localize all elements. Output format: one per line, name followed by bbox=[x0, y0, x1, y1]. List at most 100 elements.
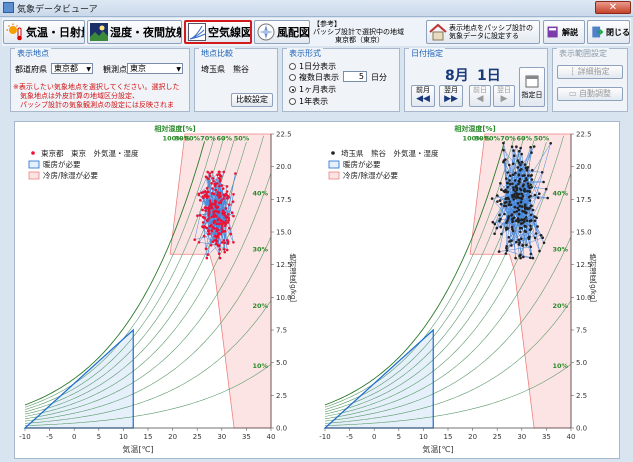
data-point bbox=[512, 173, 515, 176]
radio-1year[interactable] bbox=[289, 98, 296, 105]
data-point bbox=[511, 220, 514, 224]
data-point bbox=[495, 226, 499, 230]
close-button[interactable]: 閉じる bbox=[587, 20, 630, 44]
y-tick-label: 2.5 bbox=[576, 392, 587, 400]
x-tick-label: 35 bbox=[542, 433, 551, 441]
data-point bbox=[196, 214, 199, 217]
specify-date-button[interactable]: 指定日 bbox=[519, 67, 545, 107]
data-point bbox=[208, 216, 211, 220]
data-point bbox=[528, 190, 532, 194]
data-point bbox=[506, 171, 510, 174]
close-button-label: 閉じる bbox=[606, 27, 630, 37]
data-point bbox=[506, 219, 509, 222]
data-point bbox=[222, 170, 226, 174]
prefecture-select[interactable]: 東京都 ▼ bbox=[51, 63, 93, 74]
data-point bbox=[206, 196, 209, 199]
data-point bbox=[527, 195, 531, 199]
radio-1month[interactable] bbox=[289, 86, 296, 93]
data-point bbox=[529, 245, 532, 249]
compare-settings-button[interactable]: 比較設定 bbox=[231, 93, 273, 107]
data-point bbox=[508, 179, 511, 182]
data-point bbox=[500, 232, 503, 236]
next-day-button[interactable]: 翌日 ▶ bbox=[493, 85, 515, 107]
prev-day-button[interactable]: 前日 ◀ bbox=[469, 85, 491, 107]
data-point bbox=[210, 230, 213, 233]
radio-multiday[interactable] bbox=[289, 74, 296, 81]
data-point bbox=[537, 196, 540, 200]
reference-info-line: 東京都（東京） bbox=[335, 36, 384, 44]
data-point bbox=[206, 219, 209, 222]
data-point bbox=[511, 229, 515, 233]
data-point bbox=[518, 254, 521, 258]
y-tick-label: 5.0 bbox=[276, 359, 287, 367]
data-point bbox=[505, 177, 508, 180]
data-point bbox=[500, 188, 503, 191]
data-point bbox=[218, 194, 222, 197]
rh-label: 70% bbox=[200, 135, 216, 143]
days-input[interactable]: 5 bbox=[343, 71, 367, 82]
data-point bbox=[527, 236, 530, 239]
rh-label: 30% bbox=[552, 246, 568, 254]
data-point bbox=[218, 256, 222, 260]
data-point bbox=[524, 230, 527, 234]
station-select[interactable]: 東京 ▼ bbox=[127, 63, 183, 74]
data-point bbox=[218, 177, 222, 181]
data-point bbox=[518, 180, 521, 184]
data-point bbox=[530, 174, 533, 177]
data-point bbox=[218, 248, 222, 251]
tab-humidity-night[interactable]: 湿度・夜間放射 bbox=[87, 20, 182, 44]
data-point bbox=[223, 241, 226, 245]
data-point bbox=[209, 244, 213, 247]
data-point bbox=[217, 231, 221, 235]
data-point bbox=[508, 200, 512, 204]
data-point bbox=[499, 202, 503, 206]
set-passive-data-button[interactable]: 表示地点をパッシブ設計の 気象データに設定する bbox=[426, 20, 540, 44]
data-point bbox=[529, 145, 532, 149]
data-point bbox=[506, 185, 510, 189]
set-passive-data-label-line2: 気象データに設定する bbox=[449, 32, 519, 40]
data-point bbox=[229, 232, 233, 236]
help-button[interactable]: 解説 bbox=[543, 20, 585, 44]
data-point bbox=[223, 248, 226, 251]
data-point bbox=[202, 226, 205, 229]
data-point bbox=[524, 225, 527, 228]
radio-1day[interactable] bbox=[289, 63, 296, 70]
data-point bbox=[211, 187, 214, 190]
data-point bbox=[230, 211, 234, 214]
prev-month-button[interactable]: 前月 ◀◀ bbox=[411, 85, 435, 107]
data-point bbox=[539, 234, 543, 237]
data-point bbox=[227, 218, 231, 222]
data-point bbox=[231, 200, 235, 203]
tab-humidity-night-label: 湿度・夜間放射 bbox=[110, 26, 182, 39]
rh-axis-title: 相対湿度[%] bbox=[154, 124, 195, 133]
data-point bbox=[221, 222, 224, 226]
data-point bbox=[496, 194, 499, 197]
data-point bbox=[216, 234, 220, 238]
auto-range-button[interactable]: ▭ 自動調整 bbox=[557, 87, 623, 101]
title-bar: 気象データビューア ✕ bbox=[0, 0, 633, 17]
y-tick-label: 15.0 bbox=[276, 229, 292, 237]
rh-label: 20% bbox=[552, 302, 568, 310]
next-month-button[interactable]: 翌月 ▶▶ bbox=[439, 85, 463, 107]
tab-wind-rose[interactable]: 風配図 bbox=[254, 20, 310, 44]
data-point bbox=[523, 174, 526, 177]
y-tick-label: 20.0 bbox=[576, 163, 592, 171]
legend-cooling-label: 冷房/除湿が必要 bbox=[343, 170, 399, 180]
data-point bbox=[520, 196, 523, 200]
data-point bbox=[214, 209, 217, 212]
radio-1year-label: 1年表示 bbox=[299, 97, 329, 106]
data-point bbox=[510, 244, 513, 247]
data-point bbox=[534, 232, 538, 235]
tab-temperature-solar[interactable]: 気温・日射量 bbox=[3, 20, 85, 44]
data-point bbox=[520, 218, 524, 221]
data-point bbox=[207, 229, 211, 232]
detail-range-button[interactable]: ┆ 詳細指定 bbox=[557, 65, 623, 79]
tab-psychrometric[interactable]: 空気線図 bbox=[184, 20, 252, 44]
toolbar: 気温・日射量 湿度・夜間放射 空気線図 風配図 【参考】 パッシブ設計で選択中の… bbox=[2, 18, 631, 46]
x-tick-label: 20 bbox=[168, 433, 177, 441]
data-point bbox=[493, 222, 497, 226]
data-point bbox=[533, 236, 537, 240]
data-point bbox=[502, 148, 505, 152]
window-close-button[interactable]: ✕ bbox=[595, 1, 631, 14]
data-point bbox=[509, 203, 513, 207]
